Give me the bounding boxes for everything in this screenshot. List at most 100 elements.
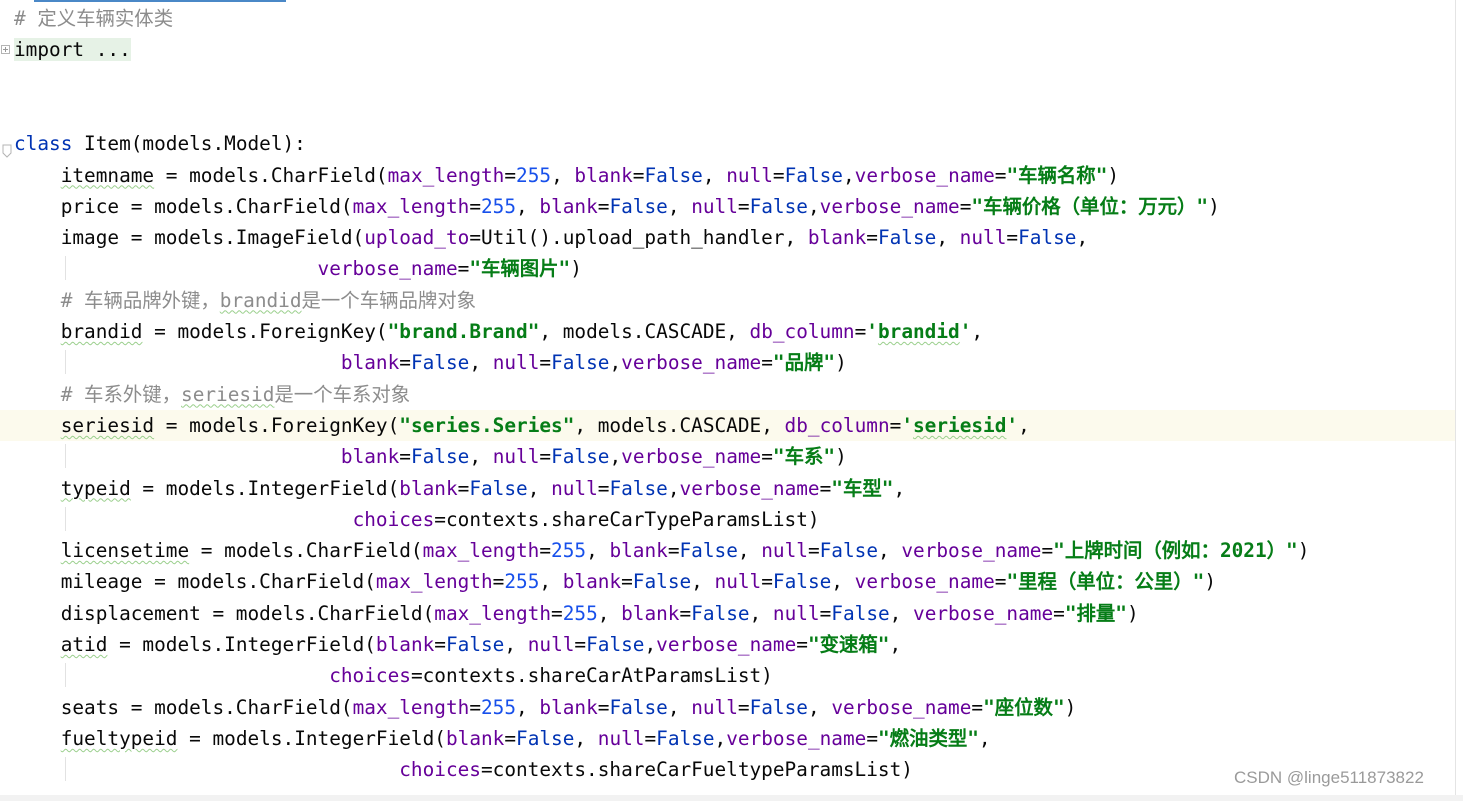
code-editor[interactable]: # 定义车辆实体类 import ... class Item(models.Mod… [0, 0, 1463, 801]
code-line[interactable]: choices=contexts.shareCarAtParamsList) [0, 660, 1455, 691]
code-text: price = models.CharField(max_length=255,… [14, 191, 1220, 222]
code-line[interactable]: # 车系外键，seriesid是一个车系对象 [0, 379, 1455, 410]
code-token: fueltypeid [60, 726, 178, 750]
code-text: verbose_name="车辆图片") [14, 253, 582, 284]
code-token: = [679, 601, 692, 625]
code-text: choices=contexts.shareCarAtParamsList) [14, 660, 773, 691]
code-token: blank [375, 633, 435, 656]
code-token: , [609, 445, 622, 469]
code-line[interactable]: atid = models.IntegerField(blank=False, … [0, 629, 1455, 660]
code-token: , [469, 351, 493, 375]
code-token: False [469, 476, 528, 500]
code-token: , [644, 633, 657, 656]
code-line[interactable]: import ... [0, 34, 1455, 65]
fold-expand-icon[interactable] [1, 45, 10, 55]
code-line[interactable]: class Item(models.Model): [0, 128, 1455, 159]
code-line[interactable]: mileage = models.CharField(max_length=25… [0, 566, 1455, 597]
code-token: ' [959, 320, 972, 343]
code-token: = [632, 163, 645, 187]
code-token: max_length [387, 163, 505, 187]
code-token: ) [570, 257, 582, 281]
code-line[interactable]: # 定义车辆实体类 [0, 3, 1455, 34]
code-token: "车辆名称" [1006, 163, 1108, 187]
code-line[interactable]: displacement = models.CharField(max_leng… [0, 598, 1455, 629]
code-line[interactable]: itemname = models.CharField(max_length=2… [0, 160, 1455, 191]
code-token: = [959, 194, 972, 218]
horizontal-scrollbar[interactable] [0, 795, 1463, 801]
code-line[interactable]: blank=False, null=False,verbose_name="车系… [0, 441, 1455, 472]
code-token: = [667, 539, 680, 563]
code-text: seriesid = models.ForeignKey("series.Ser… [14, 410, 1030, 441]
code-token: = [457, 257, 470, 281]
code-token: verbose_name [913, 601, 1054, 625]
code-line[interactable]: blank=False, null=False,verbose_name="品牌… [0, 347, 1455, 378]
code-token: verbose_name [831, 695, 972, 719]
code-line[interactable]: choices=contexts.shareCarTypeParamsList) [0, 504, 1455, 535]
code-token: import ... [14, 38, 131, 62]
code-token: , [597, 601, 622, 625]
code-token: "车辆图片" [469, 257, 571, 281]
code-line[interactable]: verbose_name="车辆图片") [0, 253, 1455, 284]
code-text: class Item(models.Model): [14, 128, 306, 159]
code-token: verbose_name [726, 726, 867, 750]
code-line[interactable]: typeid = models.IntegerField(blank=False… [0, 473, 1455, 504]
code-token: seriesid [60, 413, 155, 437]
code-token: , [842, 163, 855, 187]
code-token: "brand.Brand" [387, 320, 540, 343]
code-token: displacement = models.CharField( [14, 601, 435, 625]
code-token: blank [562, 570, 622, 594]
code-token: = [737, 695, 750, 719]
code-line[interactable]: brandid = models.ForeignKey("brand.Brand… [0, 316, 1455, 347]
code-line[interactable]: fueltypeid = models.IntegerField(blank=F… [0, 723, 1455, 754]
code-token: max_length [434, 601, 552, 625]
code-token: = models.IntegerField( [177, 726, 446, 750]
code-line[interactable]: # 车辆品牌外键，brandid是一个车辆品牌对象 [0, 285, 1455, 316]
code-token: , [574, 726, 598, 750]
code-token: db_column [784, 413, 890, 437]
editor-right-border [1455, 0, 1456, 801]
code-token: null [761, 539, 808, 563]
code-token: , [516, 695, 540, 719]
code-token: , [714, 726, 727, 750]
code-token: = [539, 351, 552, 375]
code-line[interactable]: seats = models.CharField(max_length=255,… [0, 692, 1455, 723]
code-token: = [854, 320, 867, 343]
code-token: = [796, 633, 808, 656]
code-token: , [667, 695, 692, 719]
code-line[interactable]: price = models.CharField(max_length=255,… [0, 191, 1455, 222]
code-token: , [469, 445, 493, 469]
code-token: = models.IntegerField( [130, 476, 400, 500]
code-token: False [609, 194, 668, 218]
code-token: ) [1064, 695, 1077, 719]
code-line[interactable]: seriesid = models.ForeignKey("series.Ser… [0, 409, 1455, 441]
code-line[interactable]: licensetime = models.CharField(max_lengt… [0, 535, 1455, 566]
code-token: False [644, 163, 703, 187]
code-token: verbose_name [854, 163, 995, 187]
code-token: = [504, 726, 517, 750]
code-token: = [539, 445, 552, 469]
code-token: , [691, 570, 715, 594]
code-token: = [492, 570, 505, 594]
code-token: , [878, 539, 902, 563]
code-token: brandid [219, 288, 302, 312]
code-token: = [761, 445, 773, 469]
code-token: False [784, 163, 843, 187]
code-token: blank [539, 695, 598, 719]
code-line[interactable] [0, 66, 1455, 97]
code-token: , [749, 601, 773, 625]
code-line[interactable]: image = models.ImageField(upload_to=Util… [0, 222, 1455, 253]
code-token: verbose_name [819, 194, 960, 218]
code-token: = [457, 476, 470, 500]
code-token: verbose_name [679, 476, 820, 500]
code-token: False [410, 351, 470, 375]
code-token: , [667, 194, 692, 218]
code-token: licensetime [60, 539, 190, 563]
code-token: = [469, 695, 481, 719]
code-line[interactable] [0, 97, 1455, 128]
code-token: price = models.CharField( [14, 194, 353, 218]
